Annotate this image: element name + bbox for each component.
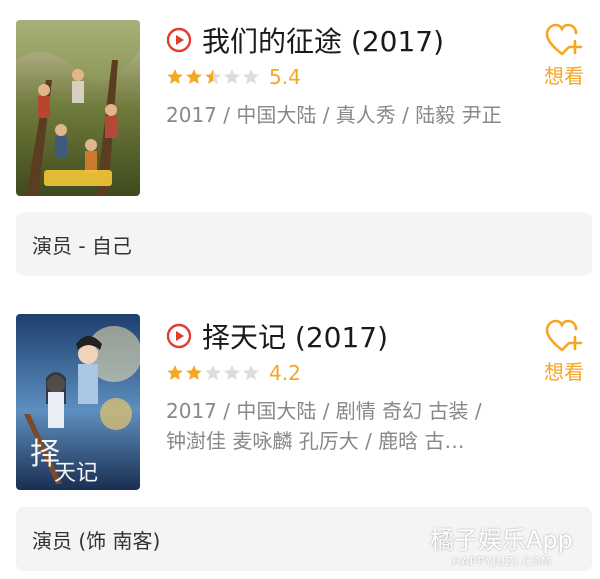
movie-card[interactable]: 我们的征途 (2017) 5.4 2017 / 中国大陆 / 真人秀 / 陆毅 …	[0, 0, 600, 290]
rating-row: 4.2	[166, 358, 516, 388]
want-label: 想看	[544, 64, 584, 88]
movie-poster[interactable]: 择 天记	[16, 314, 140, 490]
movie-info: 择天记 (2017) 4.2 2017 / 中国大陆 / 剧情 奇幻 古装 / …	[166, 316, 516, 456]
title-row[interactable]: 择天记 (2017)	[166, 316, 516, 356]
want-to-watch-button[interactable]: 想看	[538, 22, 590, 89]
heart-plus-icon	[545, 23, 583, 56]
title-row[interactable]: 我们的征途 (2017)	[166, 20, 516, 60]
watermark: 橘子娱乐App HAPPYJUZI.COM	[430, 520, 595, 576]
watermark-subtext: HAPPYJUZI.COM	[452, 555, 552, 568]
star-icon	[167, 69, 183, 84]
star-icon	[186, 69, 202, 84]
star-icon	[243, 69, 259, 84]
star-icon	[167, 365, 183, 380]
star-icon	[224, 365, 240, 380]
actor-role: 演员 - 自己	[16, 212, 592, 276]
watermark-text: 橘子娱乐App	[430, 526, 573, 554]
svg-text:天记: 天记	[54, 461, 98, 486]
movie-title[interactable]: 我们的征途 (2017)	[202, 20, 444, 60]
star-icon	[186, 365, 202, 380]
heart-plus-icon	[545, 319, 583, 352]
play-circle-icon[interactable]	[166, 27, 192, 53]
want-to-watch-button[interactable]: 想看	[538, 318, 590, 385]
want-label: 想看	[544, 360, 584, 384]
movie-poster[interactable]	[16, 20, 140, 196]
movie-title[interactable]: 择天记 (2017)	[202, 316, 388, 356]
star-rating	[166, 68, 261, 86]
movie-info: 我们的征途 (2017) 5.4 2017 / 中国大陆 / 真人秀 / 陆毅 …	[166, 20, 516, 130]
poster-image	[16, 20, 140, 196]
play-circle-icon[interactable]	[166, 323, 192, 349]
rating-row: 5.4	[166, 62, 516, 92]
movie-meta: 2017 / 中国大陆 / 剧情 奇幻 古装 / 钟澍佳 麦咏麟 孔厉大 / 鹿…	[166, 399, 482, 453]
poster-image: 择 天记	[16, 314, 140, 490]
movie-meta: 2017 / 中国大陆 / 真人秀 / 陆毅 尹正	[166, 103, 502, 127]
rating-score: 5.4	[269, 65, 301, 89]
star-icon	[205, 69, 221, 84]
rating-score: 4.2	[269, 361, 301, 385]
star-icon	[205, 365, 221, 380]
star-icon	[224, 69, 240, 84]
star-icon	[243, 365, 259, 380]
star-rating	[166, 364, 261, 382]
